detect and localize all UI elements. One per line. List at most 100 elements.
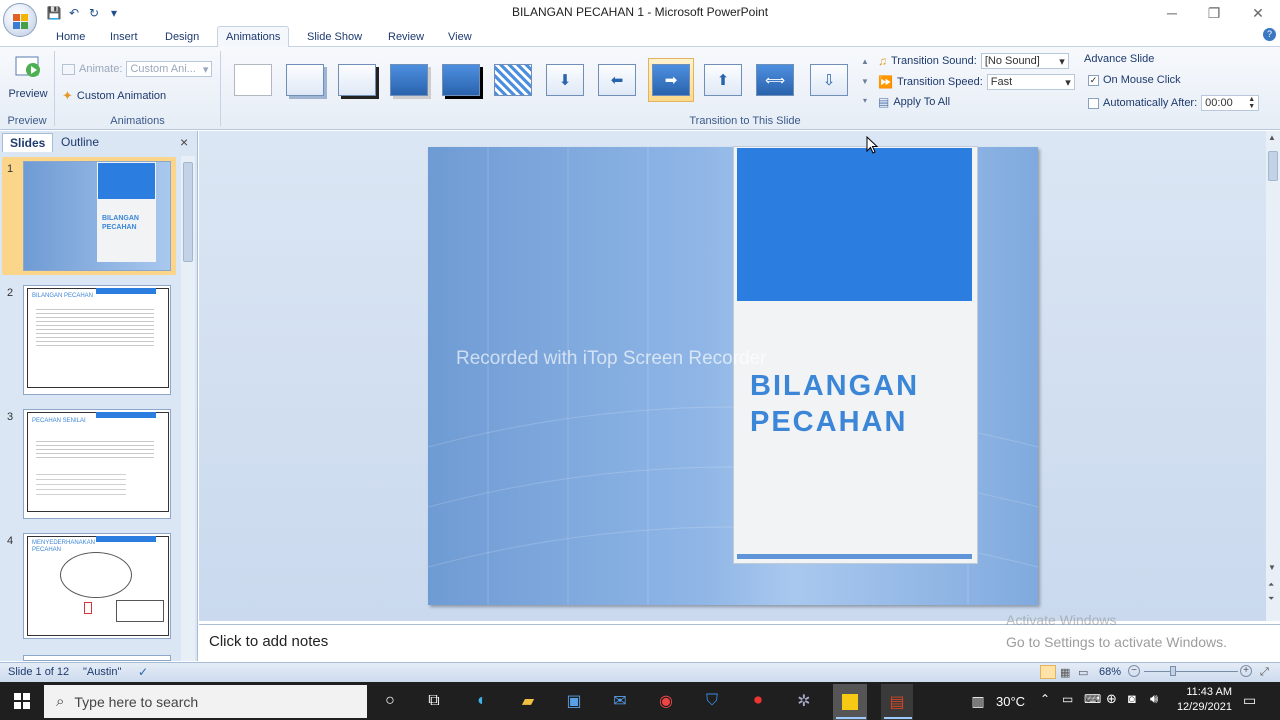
recorder-icon[interactable]: ⏺ <box>745 688 771 714</box>
weather-icon[interactable]: ▥ <box>965 688 991 714</box>
transition-dissolve[interactable] <box>490 58 536 102</box>
restore-button[interactable]: ❐ <box>1192 0 1236 26</box>
zoom-slider-thumb[interactable] <box>1170 666 1176 676</box>
mail-icon[interactable]: ✉ <box>607 688 633 714</box>
tab-insert[interactable]: Insert <box>102 29 146 47</box>
fade-icon <box>286 64 324 96</box>
transition-fade-smoothly[interactable] <box>282 58 328 102</box>
on-mouse-click-checkbox[interactable]: ✓ <box>1088 74 1099 86</box>
transition-cut-black[interactable] <box>438 58 484 102</box>
close-button[interactable]: ✕ <box>1236 0 1280 26</box>
battery-icon[interactable]: ▭ <box>1062 692 1073 706</box>
zoom-slider[interactable] <box>1144 671 1238 672</box>
edge-icon[interactable]: ◐ <box>469 688 495 714</box>
office-button[interactable] <box>3 3 37 37</box>
minimize-button[interactable]: ─ <box>1150 0 1194 26</box>
sticky-notes-tile[interactable] <box>833 684 867 720</box>
powerpoint-icon[interactable]: ▤ <box>881 684 913 720</box>
chevron-down-icon[interactable]: ▼ <box>859 77 871 86</box>
slide-number: 4 <box>7 535 14 547</box>
transition-sound-combo[interactable]: [No Sound] ▾ <box>980 53 1069 69</box>
file-explorer-icon[interactable]: ▰ <box>515 688 541 714</box>
chevron-up-icon[interactable]: ▲ <box>859 57 871 66</box>
zoom-level[interactable]: 68% <box>1099 666 1121 678</box>
clock-time: 11:43 AM <box>1186 686 1232 698</box>
transition-split[interactable]: ⟺ <box>752 58 798 102</box>
custom-animation-label: Custom Animation <box>76 90 167 102</box>
transition-fade-black[interactable] <box>334 58 380 102</box>
close-pane-icon[interactable]: × <box>180 134 188 150</box>
preview-button[interactable]: Preview <box>6 51 50 109</box>
animate-combo[interactable]: Custom Ani... ▾ <box>126 61 213 77</box>
notes-placeholder[interactable]: Click to add notes <box>209 633 328 650</box>
transition-speed-combo[interactable]: Fast ▾ <box>986 74 1075 90</box>
slide-thumbnail-2[interactable]: BILANGAN PECAHAN <box>23 285 171 395</box>
slide-thumbnail-3[interactable]: PECAHAN SENILAI <box>23 409 171 519</box>
slide-sorter-icon[interactable]: ▦ <box>1060 666 1070 679</box>
normal-view-icon[interactable] <box>1040 665 1056 679</box>
scroll-thumb[interactable] <box>1268 151 1278 181</box>
slides-pane-scrollbar[interactable] <box>181 156 195 661</box>
previous-slide-icon[interactable]: ⏶ <box>1268 580 1274 590</box>
language-icon[interactable]: ⊕ <box>1106 691 1117 707</box>
slide-thumbnail-5-partial[interactable] <box>23 655 171 661</box>
transition-wipe-up[interactable]: ⬆ <box>700 58 746 102</box>
transition-wipe-left[interactable]: ⬅ <box>594 58 640 102</box>
speed-icon: ⏩ <box>878 75 893 89</box>
apply-to-all-button[interactable]: ▤ Apply To All <box>878 95 950 109</box>
tab-slides[interactable]: Slides <box>2 133 54 152</box>
automatically-after-checkbox[interactable] <box>1088 97 1099 109</box>
slide-thumbnail-1[interactable]: BILANGAN PECAHAN <box>23 161 171 271</box>
store-icon[interactable]: ▣ <box>561 688 587 714</box>
app-red-icon[interactable]: ◉ <box>653 688 679 714</box>
tab-slide-show[interactable]: Slide Show <box>299 29 370 47</box>
transition-push-down[interactable]: ⇩ <box>806 58 852 102</box>
app-gear-icon[interactable]: ✲ <box>791 688 817 714</box>
slide-title[interactable]: BILANGAN PECAHAN <box>750 368 970 440</box>
gallery-scroll[interactable]: ▲ ▼ ▾ <box>859 57 871 105</box>
zoom-in-icon[interactable]: + <box>1240 665 1252 677</box>
slide-thumbnail-4[interactable]: MENYEDERHANAKAN PECAHAN <box>23 533 171 639</box>
notifications-icon[interactable]: ▭ <box>1243 692 1256 709</box>
shield-icon[interactable]: ⛉ <box>699 688 725 714</box>
chevron-up-icon[interactable]: ⌃ <box>1040 692 1050 706</box>
automatically-after-row: Automatically After: 00:00 ▲ ▼ <box>1088 95 1260 111</box>
help-icon[interactable]: ? <box>1263 28 1276 41</box>
tab-review[interactable]: Review <box>380 29 432 47</box>
zoom-out-icon[interactable]: − <box>1128 665 1140 677</box>
taskbar-search[interactable]: ⌕ Type here to search <box>44 685 367 718</box>
volume-icon[interactable]: 🔊︎ <box>1150 691 1158 707</box>
custom-animation-button[interactable]: ✦ Custom Animation <box>62 88 166 104</box>
status-bar: Slide 1 of 12 "Austin" ✓ ▦ ▭ 68% − + ⤢ <box>0 662 1280 682</box>
scroll-thumb[interactable] <box>183 162 193 262</box>
device-icon[interactable]: ⌨ <box>1084 692 1101 706</box>
tab-view[interactable]: View <box>440 29 480 47</box>
thumb-title: BILANGAN PECAHAN <box>32 293 94 299</box>
tab-outline[interactable]: Outline <box>54 133 106 152</box>
activate-windows-subtitle: Go to Settings to activate Windows. <box>1006 634 1227 650</box>
tab-animations[interactable]: Animations <box>217 26 290 48</box>
transition-wipe-right[interactable]: ➡ <box>648 58 694 102</box>
chevron-up-icon[interactable]: ▲ <box>1268 133 1276 142</box>
windows-start-icon[interactable] <box>14 693 30 709</box>
tab-home[interactable]: Home <box>48 29 93 47</box>
next-slide-icon[interactable]: ⏷ <box>1268 594 1274 604</box>
chevron-down-icon[interactable]: ▼ <box>1268 563 1276 572</box>
spell-check-icon[interactable]: ✓ <box>138 665 148 679</box>
transition-none[interactable] <box>230 58 276 102</box>
editor-scrollbar[interactable]: ▲ ▼ ⏶ ⏷ <box>1266 131 1280 621</box>
meet-icon[interactable]: ◙ <box>1128 691 1136 706</box>
fit-to-window-icon[interactable]: ⤢ <box>1260 666 1269 679</box>
task-view-icon[interactable]: ⧉ <box>421 688 447 714</box>
slide-show-icon[interactable]: ▭ <box>1078 666 1088 679</box>
more-icon[interactable]: ▾ <box>859 96 871 105</box>
tab-design[interactable]: Design <box>157 29 207 47</box>
auto-time-spinner[interactable]: 00:00 ▲ ▼ <box>1201 95 1260 111</box>
transition-cut[interactable] <box>386 58 432 102</box>
temperature[interactable]: 30°C <box>996 694 1025 709</box>
cortana-icon[interactable]: ○ <box>377 688 403 714</box>
thumb-title: PECAHAN SENILAI <box>32 418 86 424</box>
dissolve-icon <box>494 64 532 96</box>
clock[interactable]: 11:43 AM 12/29/2021 <box>1170 685 1232 715</box>
transition-wipe-down[interactable]: ⬇ <box>542 58 588 102</box>
